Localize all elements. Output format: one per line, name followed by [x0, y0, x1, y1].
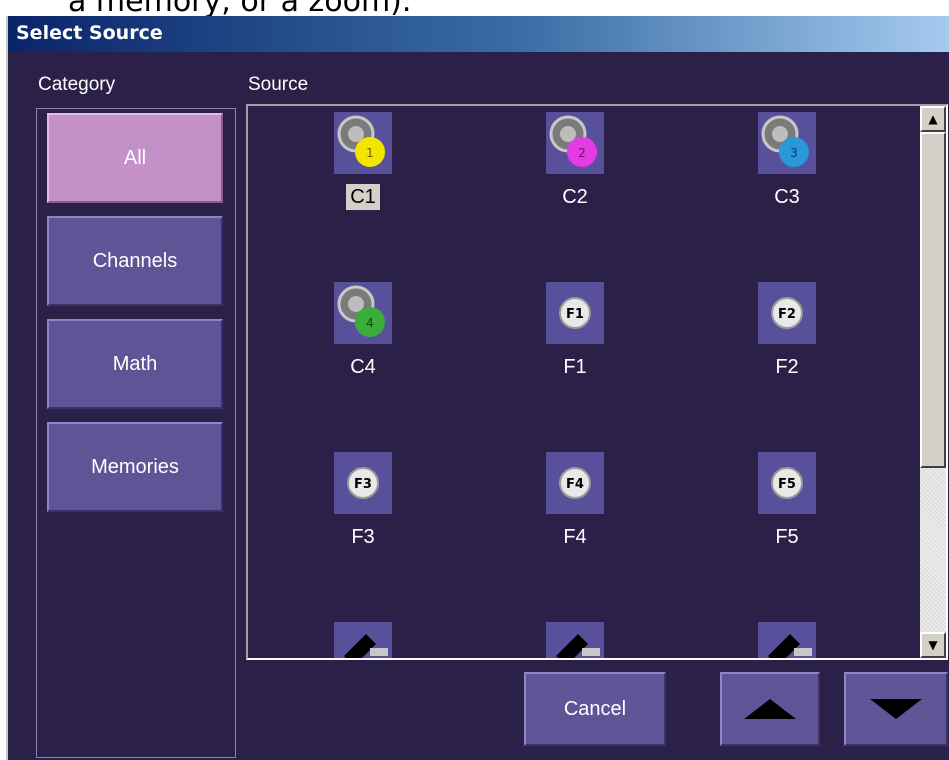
title-bar: Select Source — [8, 16, 949, 52]
scroll-down-arrow-icon: ▼ — [928, 638, 938, 652]
source-c4[interactable]: 4 C4 — [303, 282, 423, 412]
source-f1-label: F1 — [563, 356, 587, 378]
source-scrollbar[interactable]: ▲ ▼ — [920, 106, 946, 658]
source-c3[interactable]: 3 C3 — [727, 112, 847, 242]
channel-4-icon: 4 — [334, 282, 392, 344]
svg-text:F1: F1 — [566, 307, 584, 322]
channel-3-icon: 3 — [758, 112, 816, 174]
source-f5-label: F5 — [775, 526, 799, 548]
source-header: Source — [248, 74, 309, 95]
source-m2[interactable] — [515, 622, 635, 658]
page-up-button[interactable] — [720, 672, 820, 746]
source-c3-label: C3 — [774, 186, 800, 208]
category-math-label: Math — [112, 352, 158, 375]
memory-3-icon — [758, 622, 816, 658]
svg-text:F3: F3 — [354, 477, 372, 492]
dialog-title: Select Source — [16, 22, 163, 44]
category-header: Category — [38, 74, 116, 95]
scroll-up-arrow-icon: ▲ — [928, 112, 938, 126]
source-c2[interactable]: 2 C2 — [515, 112, 635, 242]
source-f1[interactable]: F1 F1 — [515, 282, 635, 412]
svg-text:2: 2 — [578, 146, 586, 160]
category-all-button[interactable]: All — [47, 113, 223, 203]
scroll-up-button[interactable]: ▲ — [920, 106, 946, 132]
channel-1-icon: 1 — [334, 112, 392, 174]
source-c4-label: C4 — [350, 356, 376, 378]
source-c1-label: C1 — [303, 184, 423, 210]
svg-text:4: 4 — [366, 316, 374, 330]
source-m1[interactable] — [303, 622, 423, 658]
category-list: All Channels Math Memories — [36, 108, 236, 758]
scroll-down-button[interactable]: ▼ — [920, 632, 946, 658]
select-source-dialog: Select Source Category Source All Channe… — [6, 16, 949, 760]
function-2-icon: F2 — [758, 282, 816, 344]
scroll-thumb[interactable] — [920, 132, 946, 468]
channel-2-icon: 2 — [546, 112, 604, 174]
source-f4[interactable]: F4 F4 — [515, 452, 635, 582]
page-down-button[interactable] — [844, 672, 948, 746]
category-memories-button[interactable]: Memories — [47, 422, 223, 512]
source-grid: 1 C1 2 C2 3 C3 4 C4 F1 F1 F2 F2 F3 F3 F4… — [246, 104, 948, 660]
up-arrow-icon — [744, 699, 796, 719]
svg-text:F4: F4 — [566, 477, 584, 492]
svg-text:1: 1 — [366, 146, 374, 160]
source-f4-label: F4 — [563, 526, 587, 548]
function-4-icon: F4 — [546, 452, 604, 514]
category-channels-label: Channels — [92, 249, 178, 272]
source-f3-label: F3 — [351, 526, 375, 548]
memory-1-icon — [334, 622, 392, 658]
function-5-icon: F5 — [758, 452, 816, 514]
function-3-icon: F3 — [334, 452, 392, 514]
cancel-label: Cancel — [563, 697, 627, 720]
svg-text:F2: F2 — [778, 307, 796, 322]
category-channels-button[interactable]: Channels — [47, 216, 223, 306]
category-all-label: All — [123, 146, 147, 169]
source-c1[interactable]: 1 C1 — [303, 112, 423, 242]
function-1-icon: F1 — [546, 282, 604, 344]
source-f2-label: F2 — [775, 356, 799, 378]
cancel-button[interactable]: Cancel — [524, 672, 666, 746]
source-f5[interactable]: F5 F5 — [727, 452, 847, 582]
source-m3[interactable] — [727, 622, 847, 658]
svg-text:F5: F5 — [778, 477, 796, 492]
category-math-button[interactable]: Math — [47, 319, 223, 409]
memory-2-icon — [546, 622, 604, 658]
svg-text:3: 3 — [790, 146, 798, 160]
source-f2[interactable]: F2 F2 — [727, 282, 847, 412]
source-c2-label: C2 — [562, 186, 588, 208]
down-arrow-icon — [870, 699, 922, 719]
source-f3[interactable]: F3 F3 — [303, 452, 423, 582]
category-memories-label: Memories — [91, 455, 179, 478]
